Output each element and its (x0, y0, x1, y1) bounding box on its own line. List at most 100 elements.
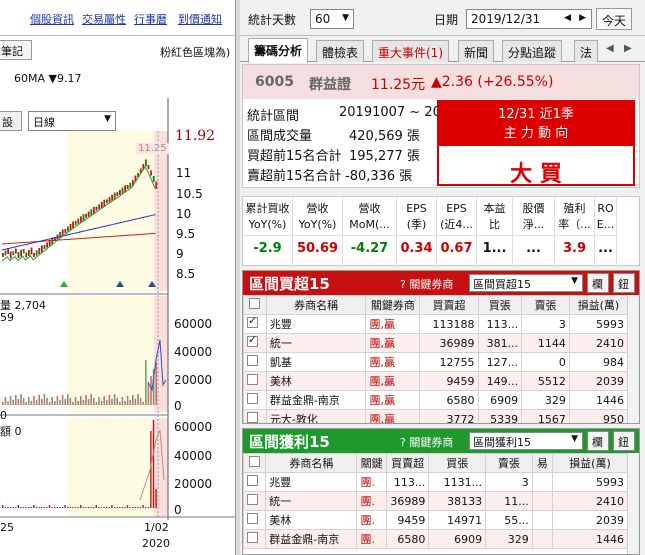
candle (155, 181, 158, 189)
stat-column[interactable]: 營收 MoM(... -4.27 (343, 197, 397, 267)
table-row[interactable]: 群益金鼎-南京 團. 6580 6909 329 1446 (243, 529, 629, 549)
volume-bar (137, 394, 139, 405)
tab-scroll-left-icon[interactable]: ◀ (606, 43, 614, 54)
column-header[interactable]: 損益(萬) (551, 453, 629, 473)
candle (17, 252, 20, 258)
row-checkbox[interactable] (247, 412, 258, 423)
column-header[interactable]: 易 (531, 453, 553, 473)
select-all-checkbox[interactable] (249, 456, 261, 467)
row-checkbox-cell[interactable] (243, 510, 267, 530)
column-header[interactable]: 賣張 (521, 295, 570, 315)
lower-tick: 0 (174, 503, 182, 517)
date-picker[interactable]: 2019/12/31 ◀ ▶ (466, 9, 592, 29)
column-header[interactable]: 關鍵券商 (365, 295, 421, 315)
stat-column[interactable]: 營收 YoY(%) 50.69 (293, 197, 343, 267)
buttons-button[interactable]: 鈕 (613, 273, 635, 293)
ranking-select[interactable]: 區間獲利15 ▼ (469, 432, 583, 450)
net-shares: 12755 (419, 352, 479, 372)
row-checkbox[interactable] (247, 355, 258, 366)
stat-column[interactable]: 本益 比 1... (477, 197, 513, 267)
link-stock-info[interactable]: 個股資訊 (30, 11, 74, 27)
table-row[interactable]: 凱基 團,贏 12755 127... 0 984 (243, 352, 629, 372)
settings-button[interactable]: 設 (0, 111, 22, 131)
link-price-alert[interactable]: 到價通知 (178, 11, 222, 27)
volume-tick: 60000 (174, 317, 213, 331)
row-checkbox[interactable] (247, 374, 258, 385)
volume-bar (69, 398, 72, 405)
buttons-button[interactable]: 鈕 (613, 431, 635, 451)
tab-branch-tracking[interactable]: 分點追蹤 (502, 40, 563, 62)
column-header[interactable]: 關鍵 (356, 453, 387, 473)
row-checkbox-cell[interactable] (243, 314, 267, 334)
buy-shares: 6909 (477, 390, 523, 410)
today-button[interactable]: 今天 (596, 8, 633, 30)
tab-news[interactable]: 新聞 (458, 40, 495, 62)
tab-chip-analysis[interactable]: 籌碼分析 (248, 38, 309, 63)
row-checkbox-cell[interactable] (243, 390, 267, 410)
row-checkbox-cell[interactable] (243, 491, 267, 511)
stat-header: 殖利 率（... (555, 197, 594, 235)
column-header[interactable]: 損益(萬) (568, 295, 629, 315)
stat-value: -4.27 (343, 235, 396, 262)
key-broker-label[interactable]: ? 關鍵券商 (400, 434, 453, 450)
scrollbar[interactable] (627, 295, 639, 423)
column-header[interactable]: 賣張 (485, 453, 533, 473)
row-checkbox-cell[interactable] (243, 371, 267, 391)
column-header[interactable] (243, 453, 267, 473)
select-all-checkbox[interactable] (249, 298, 261, 309)
column-header[interactable]: 買賣超 (385, 453, 430, 473)
column-header[interactable]: 買賣超 (419, 295, 479, 315)
columns-button[interactable]: 欄 (587, 431, 609, 451)
table-row[interactable]: 兆豐 團. 113... 1131... 3 5993 (243, 472, 629, 492)
column-header[interactable] (243, 295, 267, 315)
table-row[interactable]: 統一團,贏36989381...11442410 (243, 333, 629, 353)
row-checkbox-cell[interactable] (243, 333, 267, 353)
stat-column[interactable]: RO E...... (595, 197, 617, 267)
column-header[interactable]: 券商名稱 (265, 453, 358, 473)
prev-date-icon[interactable]: ◀ (564, 13, 571, 23)
table-row[interactable]: 元大-敦化 團,贏 3772 5339 1567 950 (243, 409, 629, 423)
period-select[interactable]: 日線 ▼ (28, 111, 116, 131)
table-row[interactable]: 美林 團. 9459 14971 55... 2039 (243, 510, 629, 530)
column-header[interactable]: 券商名稱 (265, 295, 367, 315)
table-row[interactable]: 群益金鼎-南京 團,贏 6580 6909 329 1446 (243, 390, 629, 410)
table-row[interactable]: 美林 團,贏 9459 149... 5512 2039 (243, 371, 629, 391)
column-header[interactable]: 買張 (428, 453, 487, 473)
stat-column[interactable]: 累計買收 YoY(%) -2.9 (243, 197, 293, 267)
scrollbar[interactable] (627, 453, 639, 554)
stat-value: 1... (477, 235, 512, 262)
row-checkbox[interactable] (247, 335, 258, 347)
tab-health[interactable]: 體檢表 (316, 40, 365, 62)
row-checkbox[interactable] (247, 494, 258, 505)
row-checkbox-cell[interactable] (243, 352, 267, 372)
row-checkbox[interactable] (247, 475, 258, 486)
row-checkbox[interactable] (247, 393, 258, 404)
row-checkbox-cell[interactable] (243, 409, 267, 423)
stat-header: 本益 比 (477, 197, 512, 235)
row-checkbox-cell[interactable] (243, 529, 267, 549)
column-header[interactable]: 買張 (477, 295, 523, 315)
stat-column[interactable]: 股價 淨...... (513, 197, 555, 267)
table-row[interactable]: 統一 團. 36989 38133 11... 2410 (243, 491, 629, 511)
table-row[interactable]: 兆豐團,贏113188113...35993 (243, 314, 629, 334)
link-calendar[interactable]: 行事曆 (134, 11, 167, 27)
columns-button[interactable]: 欄 (587, 273, 609, 293)
tab-legal[interactable]: 法 (574, 40, 598, 62)
next-date-icon[interactable]: ▶ (579, 13, 586, 23)
row-checkbox[interactable] (247, 316, 258, 328)
days-select[interactable]: 60 ▼ (310, 9, 354, 29)
row-checkbox-cell[interactable] (243, 472, 267, 492)
row-checkbox[interactable] (247, 513, 258, 524)
key-broker: 團. (356, 529, 387, 549)
amount-bar (132, 507, 134, 508)
tab-events[interactable]: 重大事件(1) (372, 40, 449, 62)
note-button[interactable]: 筆記 (0, 40, 32, 60)
stat-column[interactable]: EPS (季) 0.34 (397, 197, 437, 267)
link-trade-attr[interactable]: 交易屬性 (82, 11, 126, 27)
tab-scroll-right-icon[interactable]: ▶ (624, 43, 632, 54)
ranking-select[interactable]: 區間買超15 ▼ (469, 274, 583, 292)
row-checkbox[interactable] (247, 532, 258, 543)
stat-column[interactable]: 殖利 率（... 3.9 (555, 197, 595, 267)
key-broker-label[interactable]: ? 關鍵券商 (400, 276, 453, 292)
stat-column[interactable]: EPS (近4... 0.67 (437, 197, 477, 267)
